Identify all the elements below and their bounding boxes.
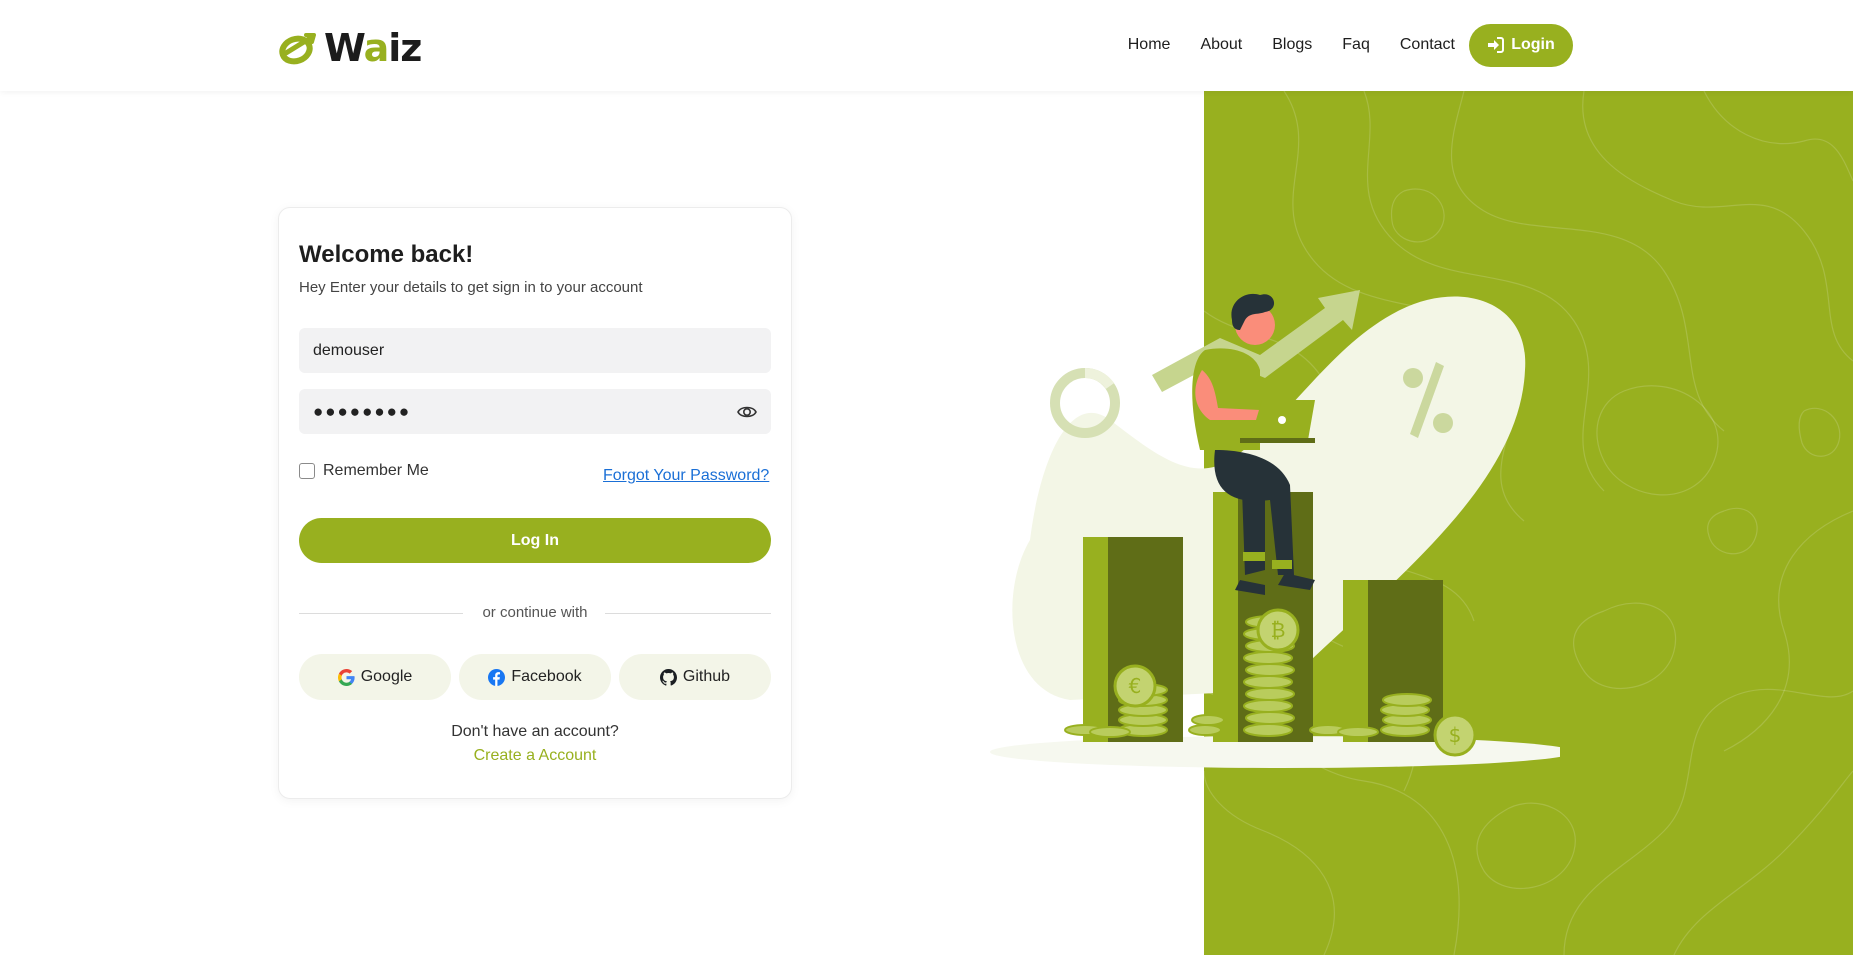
- github-label: Github: [682, 668, 731, 685]
- header-login-button[interactable]: Login: [1469, 23, 1573, 67]
- nav-contact[interactable]: Contact: [1400, 21, 1455, 69]
- login-title: Welcome back!: [299, 241, 474, 268]
- forgot-password-link[interactable]: Forgot Your Password?: [603, 467, 769, 485]
- password-input[interactable]: ●●●●●●●●: [299, 389, 771, 434]
- main-nav: Home About Blogs Faq Contact Login: [1128, 21, 1573, 69]
- site-header: Waiz Home About Blogs Faq Contact Login: [0, 0, 1853, 91]
- divider-right: [605, 613, 771, 614]
- remember-me: Remember Me: [299, 462, 429, 480]
- svg-text:₿: ₿: [1271, 618, 1286, 642]
- username-value: demouser: [313, 341, 385, 359]
- eye-icon[interactable]: [737, 402, 757, 422]
- svg-text:€: €: [1129, 674, 1142, 698]
- facebook-button[interactable]: Facebook: [459, 654, 611, 700]
- username-input[interactable]: demouser: [299, 328, 771, 373]
- logo-icon: [279, 33, 316, 65]
- google-button[interactable]: Google: [299, 654, 451, 700]
- login-subtitle: Hey Enter your details to get sign in to…: [299, 279, 643, 296]
- facebook-label: Facebook: [511, 668, 582, 685]
- sign-in-icon: [1488, 37, 1505, 53]
- header-login-label: Login: [1511, 36, 1555, 53]
- login-card: Welcome back! Hey Enter your details to …: [278, 207, 792, 799]
- nav-about[interactable]: About: [1200, 21, 1242, 69]
- password-value: ●●●●●●●●: [313, 401, 412, 421]
- no-account-text: Don't have an account?: [451, 723, 619, 740]
- github-button[interactable]: Github: [619, 654, 771, 700]
- site-logo[interactable]: Waiz: [278, 26, 422, 70]
- google-icon: [337, 668, 355, 686]
- remember-label[interactable]: Remember Me: [323, 462, 429, 480]
- svg-text:$: $: [1449, 723, 1462, 747]
- logo-text: Waiz: [324, 26, 422, 70]
- log-in-button[interactable]: Log In: [299, 518, 771, 563]
- google-label: Google: [360, 668, 413, 685]
- github-icon: [659, 668, 677, 686]
- remember-checkbox[interactable]: [299, 463, 315, 479]
- nav-blogs[interactable]: Blogs: [1272, 21, 1312, 69]
- nav-faq[interactable]: Faq: [1342, 21, 1370, 69]
- facebook-icon: [488, 668, 506, 686]
- create-account-link[interactable]: Create a Account: [299, 747, 771, 765]
- nav-home[interactable]: Home: [1128, 21, 1171, 69]
- finance-illustration: € ₿ $: [990, 290, 1560, 768]
